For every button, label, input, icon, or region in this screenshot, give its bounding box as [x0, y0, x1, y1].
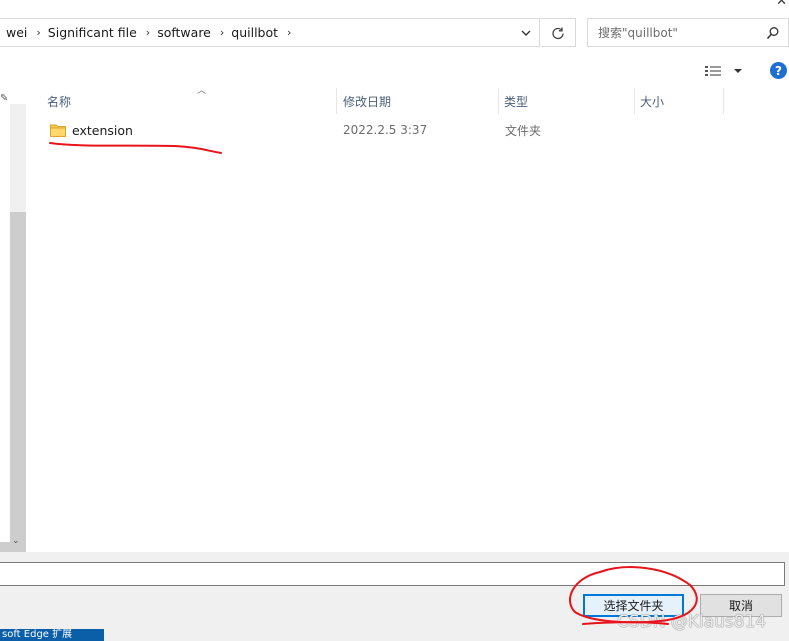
- address-row: wei › Significant file › software › quil…: [0, 18, 789, 50]
- folder-name-input[interactable]: [0, 562, 785, 586]
- watermark: CSDN @Klaus814: [617, 612, 767, 632]
- title-strip: ✕: [0, 0, 789, 14]
- nav-scrollbar-thumb[interactable]: [10, 212, 26, 576]
- column-header-type-label: 类型: [504, 94, 529, 109]
- folder-icon: [50, 124, 66, 137]
- taskbar-edge-label[interactable]: soft Edge 扩展: [0, 629, 104, 641]
- view-options-button[interactable]: [705, 61, 745, 81]
- chevron-down-icon: [734, 69, 742, 73]
- column-header-type[interactable]: 类型: [504, 86, 634, 116]
- file-dialog: ✕ wei › Significant file › software › qu…: [0, 0, 789, 641]
- column-header-name[interactable]: 名称 ︿: [47, 86, 337, 116]
- chevron-right-icon[interactable]: ›: [137, 26, 150, 39]
- column-header-name-label: 名称: [47, 94, 72, 109]
- column-header-modified[interactable]: 修改日期: [343, 86, 493, 116]
- column-header-size-label: 大小: [640, 94, 665, 109]
- refresh-button[interactable]: [541, 18, 576, 47]
- file-list: 名称 ︿ 修改日期 类型 大小 extension 2022.2.5 3:37 …: [30, 86, 789, 552]
- search-input[interactable]: [588, 24, 760, 41]
- chevron-right-icon[interactable]: ›: [211, 26, 224, 39]
- sort-up-icon: ︿: [197, 86, 207, 96]
- close-icon[interactable]: ✕: [776, 0, 787, 9]
- toolbar: ?: [0, 56, 789, 86]
- breadcrumb-item-software[interactable]: software: [150, 25, 211, 40]
- chevron-right-icon[interactable]: ›: [278, 26, 291, 39]
- file-type-cell: 文件夹: [505, 123, 542, 138]
- pin-icon: ✎: [0, 93, 9, 104]
- chevron-down-icon[interactable]: ⌄: [12, 536, 20, 546]
- breadcrumb-item-wei[interactable]: wei: [0, 25, 27, 40]
- file-name: extension: [72, 122, 133, 138]
- refresh-icon: [552, 27, 564, 39]
- help-icon[interactable]: ?: [770, 62, 787, 79]
- breadcrumb-item-quillbot[interactable]: quillbot: [224, 25, 278, 40]
- file-modified-cell: 2022.2.5 3:37: [343, 123, 428, 137]
- column-divider[interactable]: [336, 88, 337, 114]
- navigation-pane[interactable]: ✎ ⌄: [0, 86, 28, 576]
- chevron-down-icon[interactable]: [519, 26, 533, 40]
- view-options-icon: [705, 66, 721, 76]
- chevron-right-icon[interactable]: ›: [27, 26, 40, 39]
- breadcrumb-item-significant-file[interactable]: Significant file: [41, 25, 137, 40]
- search-box[interactable]: [587, 18, 789, 47]
- column-divider[interactable]: [498, 88, 499, 114]
- column-header-size[interactable]: 大小: [640, 86, 720, 116]
- search-icon[interactable]: [766, 26, 780, 40]
- column-divider[interactable]: [634, 88, 635, 114]
- column-divider[interactable]: [723, 88, 724, 114]
- file-name-cell[interactable]: extension: [50, 118, 133, 142]
- table-row[interactable]: extension 2022.2.5 3:37 文件夹: [30, 118, 789, 142]
- column-header-modified-label: 修改日期: [343, 94, 392, 109]
- breadcrumb[interactable]: wei › Significant file › software › quil…: [0, 18, 540, 47]
